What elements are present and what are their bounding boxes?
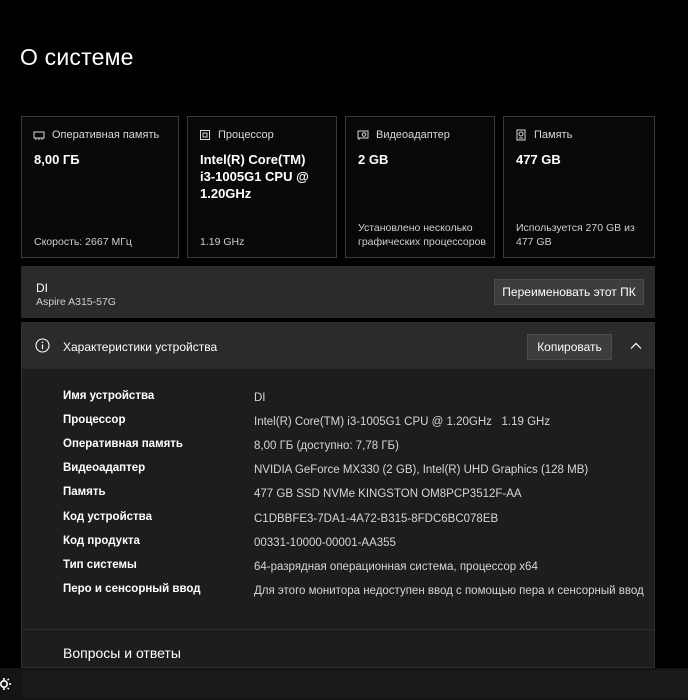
spec-row-product-id: Код продукта 00331-10000-00001-AA355 [22, 535, 654, 559]
device-specs-section: Характеристики устройства Копировать Имя… [21, 322, 655, 668]
spec-value: C1DBBFE3-7DA1-4A72-B315-8FDC6BC078EB [254, 513, 499, 525]
spec-value: NVIDIA GeForce MX330 (2 GB), Intel(R) UH… [254, 464, 589, 476]
card-value: 2 GB [358, 152, 389, 167]
device-specs-header[interactable]: Характеристики устройства Копировать [22, 323, 654, 369]
card-processor: Процессор Intel(R) Core(TM) i3-1005G1 CP… [187, 116, 337, 258]
device-bar: DI Aspire A315-57G Переименовать этот ПК [21, 266, 655, 318]
spec-label: Видеоадаптер [63, 462, 146, 474]
spec-label: Оперативная память [63, 438, 183, 450]
card-footer: Скорость: 2667 МГц [34, 236, 132, 248]
spec-row-ram: Оперативная память 8,00 ГБ (доступно: 7,… [22, 438, 654, 462]
spec-value: 64-разрядная операционная система, проце… [254, 561, 538, 573]
faq-title[interactable]: Вопросы и ответы [63, 645, 181, 661]
card-gpu: Видеоадаптер 2 GB Установлено несколько … [345, 116, 495, 258]
taskbar-area [22, 670, 688, 698]
card-label: Память [534, 129, 573, 141]
copy-button[interactable]: Копировать [527, 334, 612, 360]
spec-row-system-type: Тип системы 64-разрядная операционная си… [22, 559, 654, 583]
spec-value: 8,00 ГБ (доступно: 7,78 ГБ) [254, 440, 399, 452]
spec-value: Intel(R) Core(TM) i3-1005G1 CPU @ 1.20GH… [254, 416, 551, 428]
spec-label: Код устройства [63, 511, 152, 523]
spec-value: Для этого монитора недоступен ввод с пом… [254, 585, 644, 597]
chevron-up-icon[interactable] [629, 339, 643, 353]
spec-row-gpu: Видеоадаптер NVIDIA GeForce MX330 (2 GB)… [22, 462, 654, 486]
spec-row-device-id: Код устройства C1DBBFE3-7DA1-4A72-B315-8… [22, 511, 654, 535]
spec-cards: Оперативная память 8,00 ГБ Скорость: 266… [21, 116, 655, 258]
card-footer: Используется 270 GB из 477 GB [516, 222, 635, 248]
card-footer: 1.19 GHz [200, 236, 245, 248]
spec-value: DI [254, 392, 266, 404]
spec-label: Код продукта [63, 535, 140, 547]
spec-label: Перо и сенсорный ввод [63, 583, 201, 595]
card-memory: Оперативная память 8,00 ГБ Скорость: 266… [21, 116, 179, 258]
gear-icon[interactable] [0, 676, 14, 692]
rename-pc-button[interactable]: Переименовать этот ПК [494, 279, 644, 305]
info-icon [35, 338, 50, 353]
spec-value: 477 GB SSD NVMe KINGSTON OM8PCP3512F-AA [254, 488, 522, 500]
page-title: О системе [20, 44, 134, 70]
spec-value: 00331-10000-00001-AA355 [254, 537, 396, 549]
device-specs-title: Характеристики устройства [63, 340, 218, 354]
device-model: Aspire A315-57G [36, 296, 116, 308]
card-value: 8,00 ГБ [34, 152, 80, 167]
spec-row-pen-touch: Перо и сенсорный ввод Для этого монитора… [22, 583, 654, 617]
device-name: DI [36, 281, 48, 295]
spec-row-device-name: Имя устройства DI [22, 390, 654, 414]
card-storage: Память 477 GB Используется 270 GB из 477… [503, 116, 655, 258]
spec-label: Тип системы [63, 559, 137, 571]
card-label: Процессор [218, 129, 274, 141]
card-label: Видеоадаптер [376, 129, 450, 141]
divider [22, 629, 654, 630]
spec-label: Процессор [63, 414, 126, 426]
spec-label: Память [63, 486, 106, 498]
processor-icon [200, 130, 210, 140]
gpu-icon [357, 130, 369, 140]
card-value: Intel(R) Core(TM) i3-1005G1 CPU @ 1.20GH… [200, 152, 309, 201]
spec-row-processor: Процессор Intel(R) Core(TM) i3-1005G1 CP… [22, 414, 654, 438]
spec-label: Имя устройства [63, 390, 155, 402]
storage-icon [516, 129, 526, 141]
card-value: 477 GB [516, 152, 561, 167]
card-label: Оперативная память [52, 129, 160, 141]
card-footer: Установлено несколько графических процес… [358, 222, 487, 248]
memory-icon [33, 131, 45, 140]
spec-row-storage: Память 477 GB SSD NVMe KINGSTON OM8PCP35… [22, 486, 654, 510]
taskbar [0, 668, 688, 700]
